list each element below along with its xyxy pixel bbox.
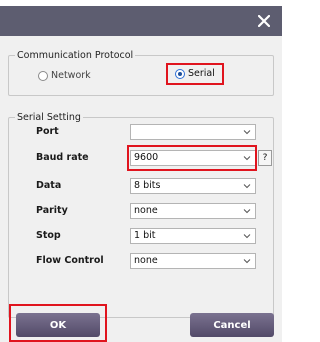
data-value: 8 bits [134,180,161,191]
ok-button[interactable]: OK [16,313,100,337]
cancel-button[interactable]: Cancel [190,313,274,337]
port-select[interactable] [130,124,256,140]
parity-value: none [134,205,158,216]
stop-select[interactable]: 1 bit [130,228,256,244]
radio-unchecked-icon [38,70,48,81]
serial-radio[interactable]: Serial [175,68,215,79]
chevron-down-icon [243,259,251,264]
flow-control-label: Flow Control [36,255,104,266]
network-radio[interactable]: Network [38,70,91,81]
chevron-down-icon [243,156,251,161]
close-icon [258,15,270,27]
parity-select[interactable]: none [130,203,256,219]
baud-rate-label: Baud rate [36,152,89,163]
radio-checked-icon [175,68,185,79]
port-label: Port [36,126,59,137]
baud-rate-select[interactable]: 9600 [130,150,256,166]
serial-setting-legend: Serial Setting [17,112,81,123]
dialog-titlebar [0,6,282,36]
stop-value: 1 bit [134,230,156,241]
chevron-down-icon [243,130,251,135]
stop-label: Stop [36,230,61,241]
communication-protocol-legend: Communication Protocol [17,50,134,61]
data-label: Data [36,180,62,191]
baud-rate-value: 9600 [134,152,159,163]
baud-rate-help-button[interactable]: ? [258,150,272,166]
chevron-down-icon [243,184,251,189]
chevron-down-icon [243,209,251,214]
flow-control-select[interactable]: none [130,253,256,269]
flow-control-value: none [134,255,158,266]
chevron-down-icon [243,234,251,239]
close-button[interactable] [252,10,276,32]
parity-label: Parity [36,205,68,216]
serial-radio-label: Serial [188,68,215,79]
network-radio-label: Network [51,70,91,81]
data-select[interactable]: 8 bits [130,178,256,194]
